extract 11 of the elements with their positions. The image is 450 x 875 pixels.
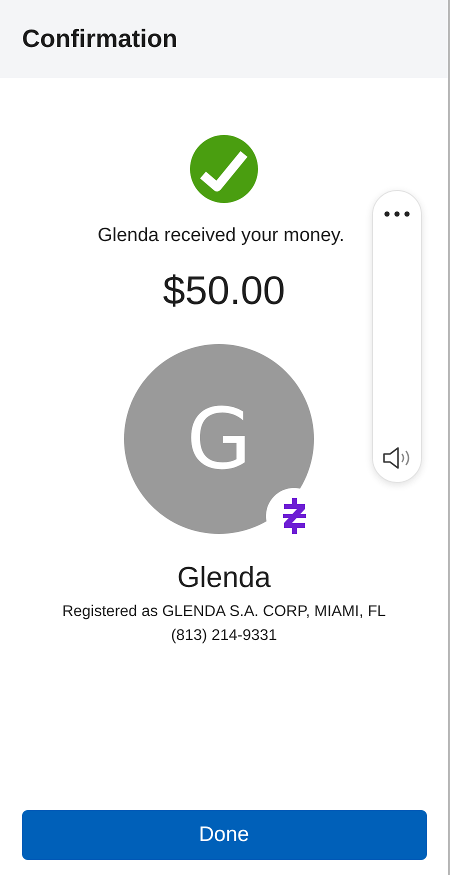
registered-text: Registered as GLENDA S.A. CORP, MIAMI, FL — [62, 603, 386, 621]
status-message: Glenda received your money. — [98, 225, 344, 247]
speaker-icon[interactable] — [382, 446, 412, 470]
done-button[interactable]: Done — [22, 810, 426, 860]
page-title: Confirmation — [22, 24, 178, 54]
more-icon[interactable] — [384, 211, 410, 217]
avatar-initial: G — [186, 397, 252, 481]
phone-number: (813) 214-9331 — [171, 627, 277, 645]
amount-text: $50.00 — [162, 269, 286, 314]
success-check-icon — [190, 135, 258, 203]
recipient-name: Glenda — [177, 562, 271, 595]
